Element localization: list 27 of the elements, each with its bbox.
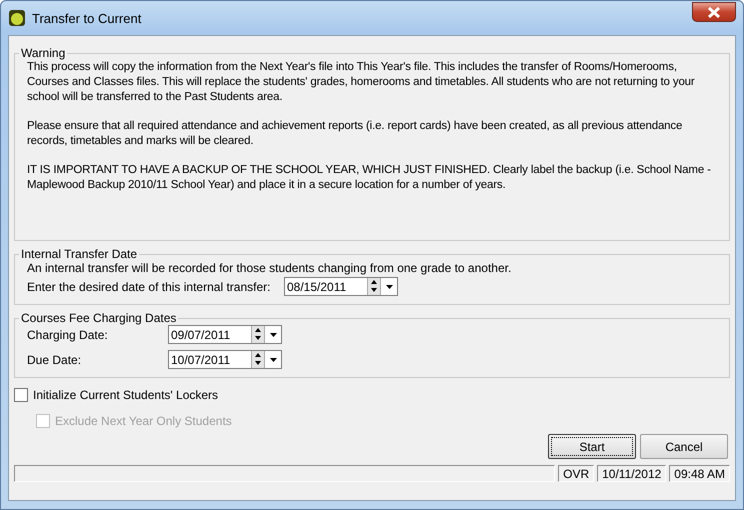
- status-text: OVR: [558, 465, 594, 482]
- date-field[interactable]: 08/15/2011: [284, 277, 398, 296]
- group-title: Courses Fee Charging Dates: [20, 311, 178, 325]
- date-field[interactable]: 09/07/2011: [168, 325, 282, 344]
- field-label: Enter the desired date of this internal transfer:: [27, 280, 272, 294]
- app-icon: [8, 9, 26, 27]
- group-title: Warning: [20, 46, 66, 60]
- dialog-button[interactable]: Cancel: [640, 434, 728, 459]
- checkbox-label[interactable]: Initialize Current Students' Lockers: [33, 388, 218, 402]
- warning-text: Please ensure that all required attendance and achievement reports (i.e. report cards) have been created, as all previous attendance records, timetables and marks will be cleared.: [27, 119, 684, 149]
- warning-text: IT IS IMPORTANT TO HAVE A BACKUP OF THE SCHOOL YEAR, WHICH JUST FINISHED. Clearly label the backup (i.e. School Name - Maplewood Backup 2010/11 School Year) and place it in a secure location for a number of years.: [27, 163, 712, 193]
- warning-text: This process will copy the information from the Next Year's file into This Year's file. This includes the transfer of Rooms/Homerooms, Courses and Classes files. This will replace the students' grades, homerooms and timetables. All students who are not returning to your school will be transferred to the Past Students area.: [27, 60, 696, 105]
- date-field[interactable]: 10/07/2011: [168, 350, 282, 369]
- close-icon: [707, 6, 721, 18]
- spin-icon[interactable]: [367, 278, 380, 295]
- close-button[interactable]: [692, 2, 736, 22]
- status-text: 09:48 AM: [669, 465, 730, 482]
- spin-icon[interactable]: [251, 351, 264, 368]
- status-text: 10/11/2012: [597, 465, 666, 482]
- info-text: An internal transfer will be recorded for those students changing from one grade to another.: [27, 261, 512, 275]
- group-title: Internal Transfer Date: [20, 247, 138, 261]
- field-label: Due Date:: [27, 352, 82, 366]
- dialog-button[interactable]: Start: [548, 434, 636, 459]
- window-title: Transfer to Current: [32, 10, 142, 26]
- checkbox[interactable]: [14, 388, 28, 402]
- spin-icon[interactable]: [251, 326, 264, 343]
- field-label: Charging Date:: [27, 328, 109, 342]
